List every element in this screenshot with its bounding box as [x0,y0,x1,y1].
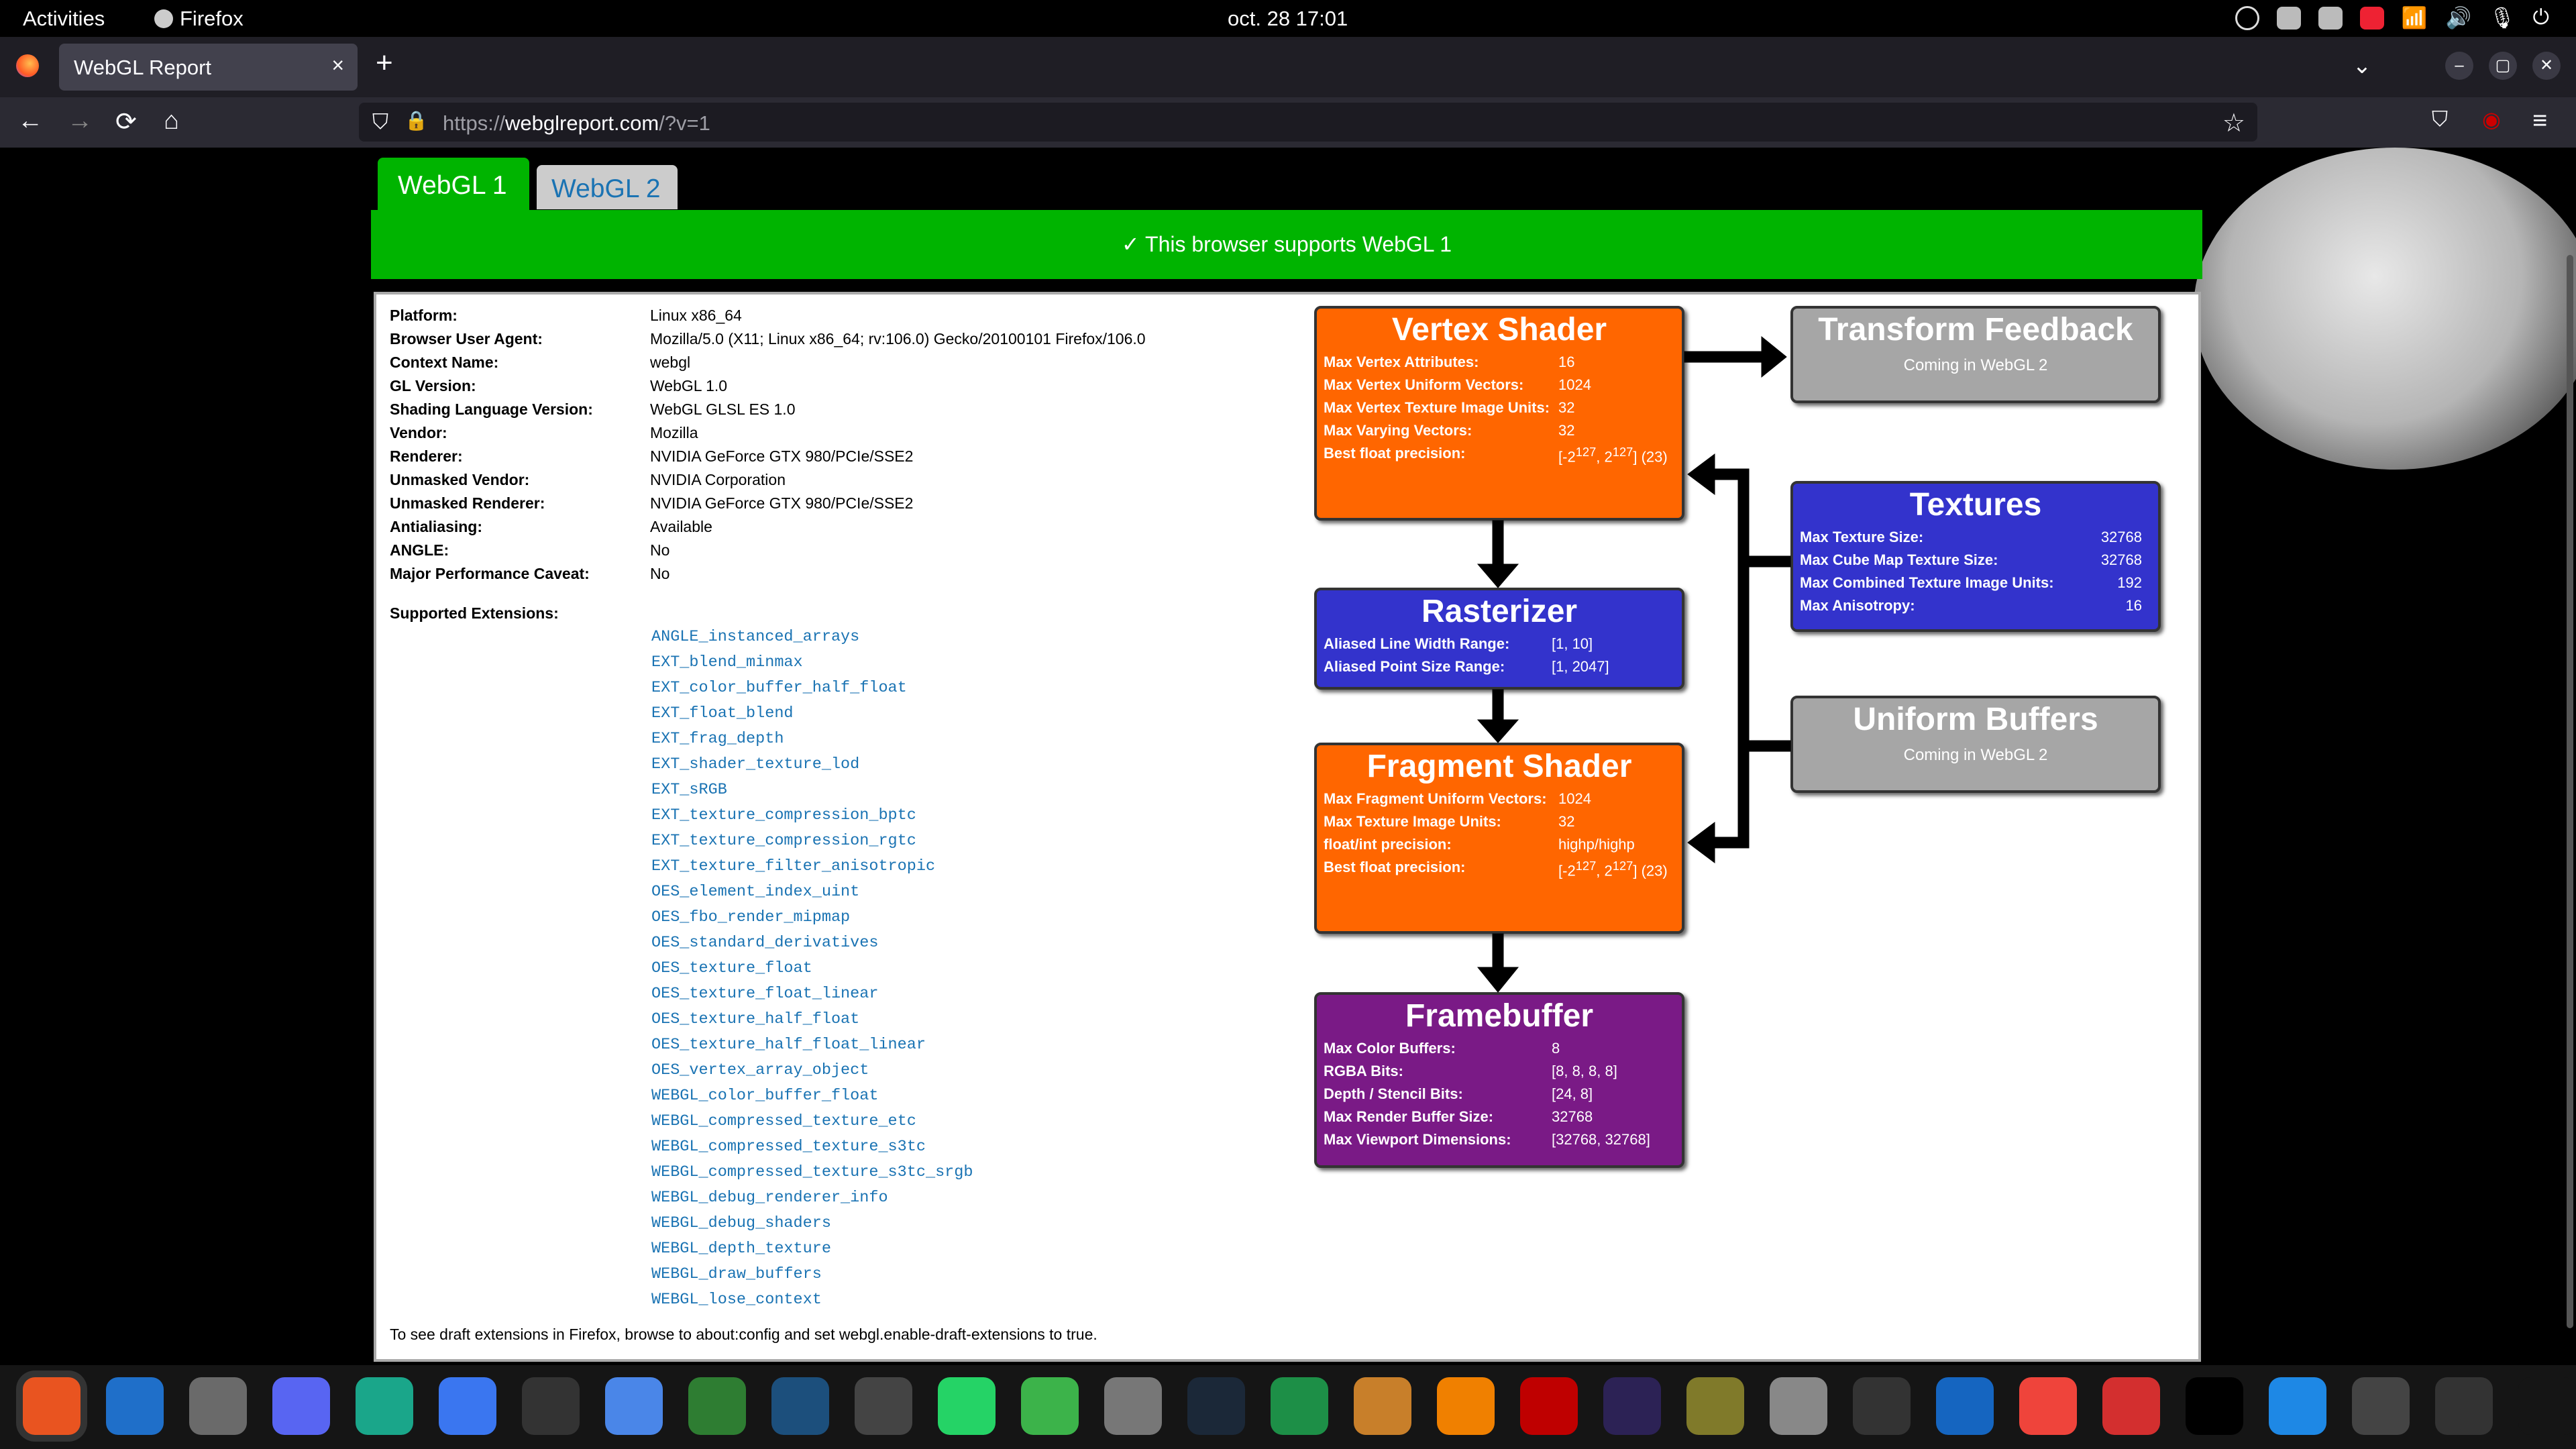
whatsapp-icon[interactable] [938,1377,996,1435]
menu-icon[interactable]: ≡ [2532,107,2547,136]
files-icon[interactable] [189,1377,247,1435]
dock [0,1365,2576,1449]
steam-icon[interactable] [1187,1377,1245,1435]
volume-icon[interactable]: 🔊 [2446,5,2472,30]
signal-icon[interactable] [439,1377,496,1435]
obs-icon[interactable] [855,1377,912,1435]
mysql-workbench-icon[interactable] [771,1377,829,1435]
firefox-icon[interactable] [23,1377,80,1435]
system-top-bar: Activities Firefox oct. 28 17:01 📶 🔊 🎙 ⏻ [0,0,2576,37]
browser-tab[interactable]: WebGL Report × [59,44,358,91]
apps-grid-icon[interactable] [2518,1377,2576,1435]
thunderbird-icon[interactable] [106,1377,164,1435]
url-text[interactable]: https://webglreport.com/?v=1 [443,111,710,136]
discord-tray-icon-2[interactable] [2318,6,2343,30]
filezilla-icon[interactable] [1520,1377,1578,1435]
pipeline-arrows [1477,335,1791,993]
back-icon[interactable]: ← [17,107,43,136]
anydesk-tray-icon[interactable] [2359,6,2384,30]
new-tab-button[interactable]: + [376,46,393,80]
tab-title: WebGL Report [74,56,212,79]
discord-icon[interactable] [272,1377,330,1435]
ublock-icon[interactable]: ◉ [2482,107,2501,132]
reload-icon[interactable]: ⟳ [115,107,137,137]
steam-tray-icon[interactable] [2235,5,2259,30]
anydesk-icon[interactable] [2019,1377,2077,1435]
page-scrollbar[interactable] [2567,255,2573,1328]
tab-webgl2[interactable]: WebGL 2 [537,165,678,209]
discord-tray-icon[interactable] [2276,6,2301,30]
web-page: WebGL 1 WebGL 2 ✓ This browser supports … [0,148,2576,1365]
text-editor-icon[interactable] [605,1377,663,1435]
drive-icon[interactable] [2435,1377,2493,1435]
activities-button[interactable]: Activities [23,7,105,31]
home-icon[interactable]: ⌂ [164,107,179,136]
monitor-icon[interactable] [2269,1377,2326,1435]
tab-close-icon[interactable]: × [331,53,344,78]
close-window-button[interactable]: ✕ [2532,52,2561,80]
support-banner: ✓ This browser supports WebGL 1 [371,210,2202,279]
gimp-icon[interactable] [1686,1377,1744,1435]
minimize-button[interactable]: – [2445,52,2473,80]
shield-icon[interactable]: ⛉ [372,109,388,135]
power-icon[interactable]: ⏻ [2532,5,2549,30]
document-icon[interactable] [1936,1377,1994,1435]
url-bar[interactable]: ⛉ 🔒 https://webglreport.com/?v=1 ☆ [359,103,2257,142]
maximize-button[interactable]: ▢ [2489,52,2517,80]
vlc-icon[interactable] [1437,1377,1495,1435]
report-panel: Platform: Linux x86_64 Browser User Agent:… [374,292,2201,1362]
terminal-icon[interactable] [522,1377,580,1435]
trash-icon[interactable] [1770,1377,1827,1435]
forward-icon[interactable]: → [67,107,93,136]
tabs-list-icon[interactable]: ⌄ [2348,52,2376,80]
eclipse-icon[interactable] [1603,1377,1661,1435]
firefox-small-icon [154,9,173,28]
firefox-view-icon[interactable] [16,54,39,77]
disk-icon[interactable] [2352,1377,2410,1435]
tab-bar: WebGL Report × + ⌄ – ▢ ✕ [0,37,2576,97]
grid-app-icon[interactable] [688,1377,746,1435]
wifi-icon[interactable]: 📶 [2402,5,2428,30]
gitkraken-icon[interactable] [356,1377,413,1435]
app-menu[interactable]: Firefox [154,7,244,31]
app-name: Firefox [180,7,244,30]
cube-icon[interactable] [1354,1377,1411,1435]
lock-icon[interactable]: 🔒 [405,109,428,131]
microphone-icon[interactable]: 🎙 [2489,5,2515,30]
bookmark-star-icon[interactable]: ☆ [2222,108,2245,138]
spreadsheet-icon[interactable] [1271,1377,1328,1435]
clock[interactable]: oct. 28 17:01 [1228,7,1348,31]
color-grid-icon[interactable] [2102,1377,2160,1435]
qc-icon[interactable] [1021,1377,1079,1435]
davinci-icon[interactable] [1853,1377,1911,1435]
intellij-icon[interactable] [2186,1377,2243,1435]
calculator-icon[interactable] [1104,1377,1162,1435]
navigation-toolbar: ← → ⟳ ⌂ ⛉ 🔒 https://webglreport.com/?v=1… [0,97,2576,148]
pocket-icon[interactable]: ⛉ [2432,107,2448,132]
system-tray[interactable]: 📶 🔊 🎙 ⏻ [2235,5,2549,30]
moon-background-image [2194,148,2576,470]
tab-webgl1[interactable]: WebGL 1 [378,158,529,211]
